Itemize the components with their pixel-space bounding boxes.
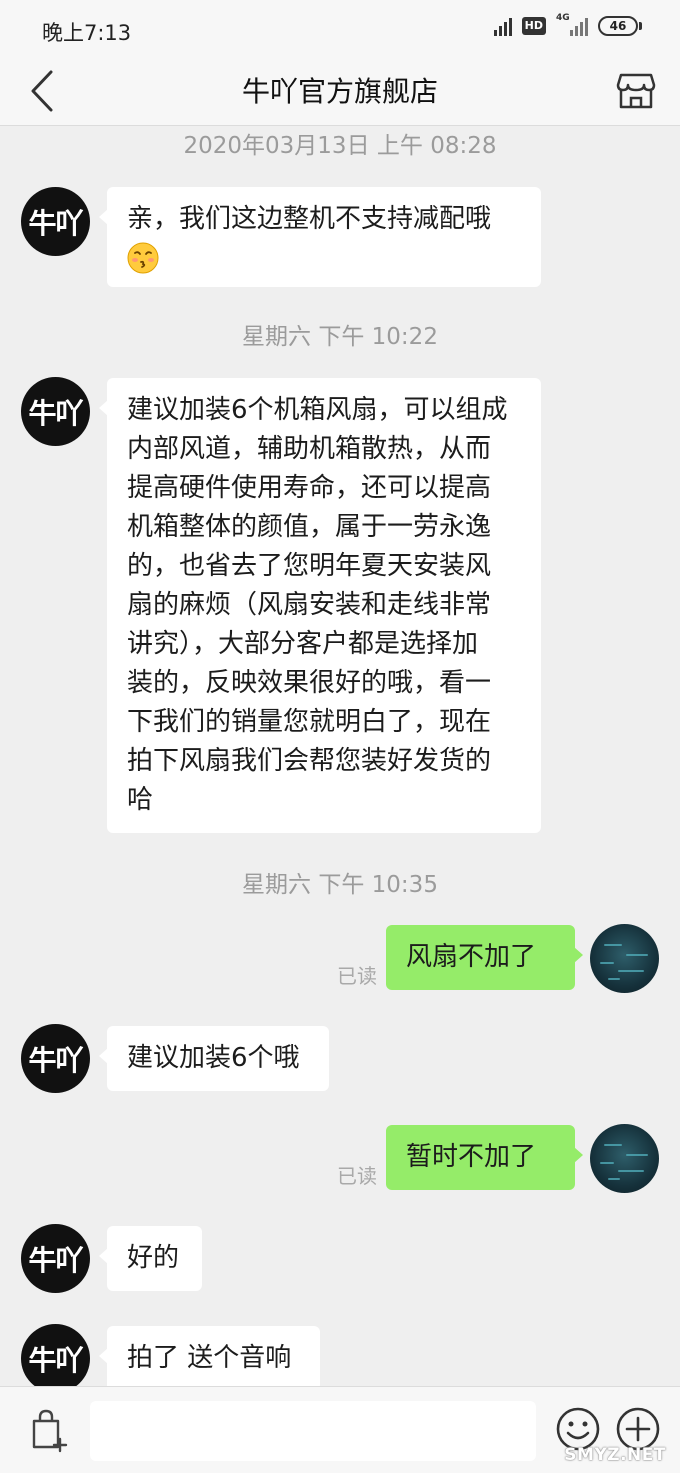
store-avatar-text: 牛吖 — [28, 396, 83, 430]
message-text: 拍了 送个音响 — [127, 1343, 292, 1373]
chat-area[interactable]: 2020年03月13日 上午 08:28 牛吖 亲，我们这边整机不支持减配哦 星… — [0, 126, 680, 1386]
page-title: 牛吖官方旗舰店 — [241, 75, 438, 108]
battery-icon: 46 — [598, 16, 642, 36]
read-status: 已读 — [337, 964, 377, 988]
status-icons: HD 4G 46 — [493, 13, 642, 36]
store-avatar[interactable]: 牛吖 — [21, 187, 90, 256]
store-avatar-text: 牛吖 — [28, 1243, 83, 1277]
timestamp: 星期六 下午 10:35 — [242, 872, 438, 898]
store-avatar-text: 牛吖 — [28, 206, 83, 240]
status-bar: 晚上7:13 HD 4G 46 — [0, 0, 680, 58]
received-message[interactable]: 拍了 送个音响 — [99, 1326, 320, 1386]
read-status: 已读 — [337, 1164, 377, 1188]
message-text: 建议加装6个哦 — [127, 1043, 300, 1073]
received-message[interactable]: 亲，我们这边整机不支持减配哦 — [99, 187, 541, 287]
shopping-bag-add-icon — [32, 1409, 68, 1453]
timestamp: 星期六 下午 10:22 — [242, 324, 438, 350]
store-avatar-text: 牛吖 — [28, 1343, 83, 1377]
sent-message[interactable]: 风扇不加了 — [386, 925, 583, 990]
store-avatar[interactable]: 牛吖 — [21, 1324, 90, 1386]
network-signal-icon: 4G — [556, 13, 588, 36]
shopping-bag-button[interactable] — [26, 1407, 72, 1453]
watermark: SMYZ.NET — [564, 1445, 666, 1465]
signal-icon — [493, 16, 512, 36]
input-bar: SMYZ.NET — [0, 1386, 680, 1473]
message-text: 暂时不加了 — [406, 1142, 537, 1172]
store-button[interactable] — [614, 66, 658, 116]
store-avatar[interactable]: 牛吖 — [21, 1224, 90, 1293]
user-avatar[interactable] — [590, 1124, 659, 1193]
hd-badge: HD — [521, 17, 546, 35]
status-time: 晚上7:13 — [42, 21, 132, 45]
message-input[interactable] — [90, 1401, 536, 1461]
message-text: 亲，我们这边整机不支持减配哦 — [127, 204, 492, 234]
received-message[interactable]: 建议加装6个机箱风扇，可以组成 内部风道，辅助机箱散热，从而 提高硬件使用寿命，… — [99, 378, 541, 833]
store-avatar[interactable]: 牛吖 — [21, 1024, 90, 1093]
message-text: 好的 — [127, 1243, 180, 1273]
user-avatar[interactable] — [590, 924, 659, 993]
store-avatar-text: 牛吖 — [28, 1043, 83, 1077]
nav-bar: 牛吖官方旗舰店 — [0, 58, 680, 126]
received-message[interactable]: 好的 — [99, 1226, 202, 1291]
received-message[interactable]: 建议加装6个哦 — [99, 1026, 329, 1091]
storefront-icon — [616, 73, 656, 109]
store-avatar[interactable]: 牛吖 — [21, 377, 90, 446]
message-text: 风扇不加了 — [406, 942, 537, 972]
sent-message[interactable]: 暂时不加了 — [386, 1125, 583, 1190]
message-text: 建议加装6个机箱风扇，可以组成 内部风道，辅助机箱散热，从而 提高硬件使用寿命，… — [127, 395, 508, 815]
network-type-label: 4G — [556, 13, 570, 23]
kissing-face-emoji-icon — [127, 242, 159, 274]
battery-level: 46 — [598, 16, 638, 36]
timestamp: 2020年03月13日 上午 08:28 — [183, 133, 497, 159]
